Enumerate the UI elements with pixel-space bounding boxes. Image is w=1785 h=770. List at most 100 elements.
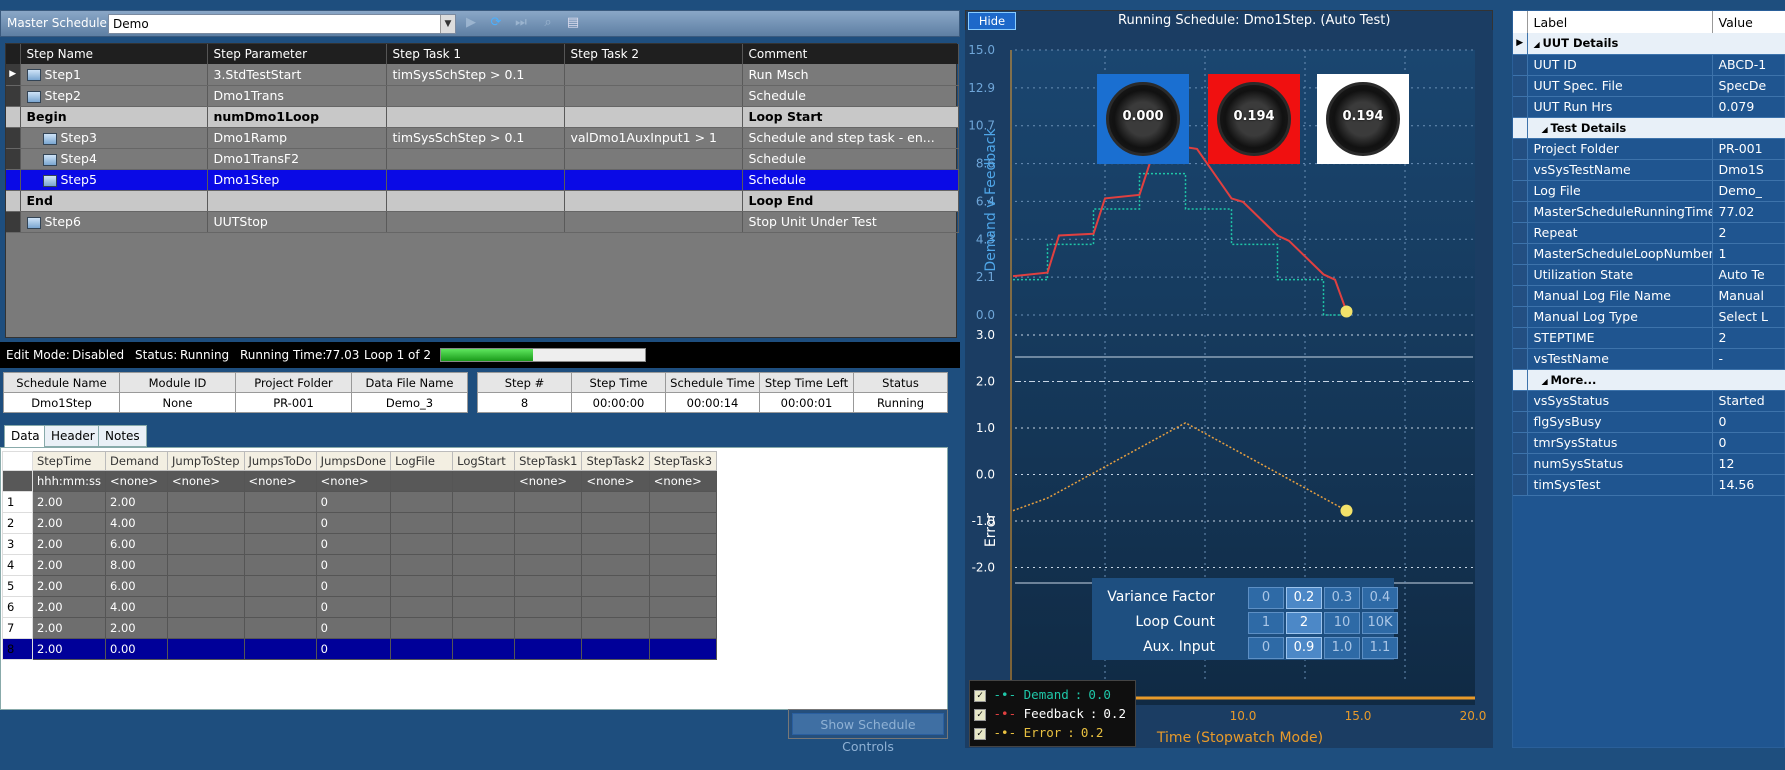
data-cell[interactable]: 2.00	[31, 491, 107, 513]
property-row[interactable]: Repeat 2	[1513, 222, 1785, 244]
property-row[interactable]: numSysStatus 12	[1513, 453, 1785, 475]
step-row[interactable]: End Loop End	[6, 190, 959, 212]
data-cell[interactable]	[452, 533, 516, 555]
units-cell[interactable]	[452, 470, 516, 492]
step-cell-task2[interactable]	[564, 148, 743, 170]
data-cell[interactable]	[167, 617, 245, 639]
data-cell[interactable]: 2.00	[31, 596, 107, 618]
col-step-parameter[interactable]: Step Parameter	[207, 44, 387, 64]
row-indicator[interactable]: ▶	[6, 64, 21, 86]
data-cell[interactable]	[514, 512, 583, 534]
data-col-steptask3[interactable]: StepTask3	[648, 451, 718, 471]
data-cell[interactable]	[390, 554, 454, 576]
data-cell[interactable]	[581, 638, 650, 660]
property-value[interactable]: SpecDe	[1712, 75, 1785, 97]
data-cell[interactable]	[167, 533, 245, 555]
hide-button[interactable]: Hide	[968, 12, 1016, 30]
data-cell[interactable]: 0	[315, 533, 392, 555]
data-cell[interactable]	[452, 575, 516, 597]
checkbox-icon[interactable]: ✓	[974, 727, 986, 740]
legend-item[interactable]: ✓ -•- Demand:0.0	[974, 687, 1111, 705]
units-cell[interactable]: <none>	[648, 470, 718, 492]
col-step-task-2[interactable]: Step Task 2	[564, 44, 743, 64]
data-cell[interactable]	[243, 596, 317, 618]
property-row[interactable]: Manual Log Type Select L	[1513, 306, 1785, 328]
control-option[interactable]: 0.9	[1286, 637, 1322, 659]
row-indicator[interactable]	[6, 127, 21, 149]
data-cell[interactable]	[167, 596, 245, 618]
data-cell[interactable]	[648, 638, 718, 660]
step-cell-name[interactable]: Step2	[20, 85, 208, 107]
data-cell[interactable]	[648, 575, 718, 597]
step-cell-task1[interactable]	[386, 169, 565, 191]
step-row[interactable]: Step6 UUTStop Stop Unit Under Test	[6, 211, 959, 233]
step-cell-task1[interactable]: timSysSchStep > 0.1	[386, 64, 565, 86]
data-cell[interactable]	[390, 638, 454, 660]
data-cell[interactable]	[243, 533, 317, 555]
property-value[interactable]: ABCD-1	[1712, 54, 1785, 76]
data-col-jumpstodo[interactable]: JumpsToDo	[243, 451, 317, 471]
data-cell[interactable]: 0.00	[105, 638, 169, 660]
data-cell[interactable]: 2.00	[105, 617, 169, 639]
data-row[interactable]: 5 2.00 6.00 0	[2, 575, 718, 597]
data-row[interactable]: 7 2.00 2.00 0	[2, 617, 718, 639]
data-cell[interactable]	[648, 617, 718, 639]
property-value[interactable]: Demo_	[1712, 180, 1785, 202]
master-schedule-combo[interactable]: Demo ▼	[108, 14, 456, 34]
step-row[interactable]: Step3 Dmo1Ramp timSysSchStep > 0.1 valDmo1A…	[6, 127, 959, 149]
data-cell[interactable]: 6.00	[105, 533, 169, 555]
units-cell[interactable]: <none>	[167, 470, 245, 492]
data-cell[interactable]	[648, 491, 718, 513]
data-col-steptime[interactable]: StepTime	[31, 451, 107, 471]
step-cell-param[interactable]: UUTStop	[207, 211, 387, 233]
step-row[interactable]: ▶ Step1 3.StdTestStart timSysSchStep > 0.1 R…	[6, 64, 959, 86]
property-value[interactable]: 1	[1712, 243, 1785, 265]
data-cell[interactable]: 2.00	[31, 512, 107, 534]
control-option[interactable]: 0	[1248, 637, 1284, 659]
property-row[interactable]: STEPTIME 2	[1513, 327, 1785, 349]
property-row[interactable]: vsSysTestName Dmo1S	[1513, 159, 1785, 181]
property-value[interactable]: 2	[1712, 327, 1785, 349]
data-row[interactable]: 1 2.00 2.00 0	[2, 491, 718, 513]
control-option[interactable]: 2	[1286, 612, 1322, 634]
data-cell[interactable]	[167, 512, 245, 534]
legend-item[interactable]: ✓ -•- Error:0.2	[974, 725, 1103, 743]
data-col-logfile[interactable]: LogFile	[390, 451, 454, 471]
step-cell-task1[interactable]: timSysSchStep > 0.1	[386, 127, 565, 149]
step-cell-param[interactable]: Dmo1Ramp	[207, 127, 387, 149]
data-cell[interactable]	[648, 512, 718, 534]
data-cell[interactable]: 0	[315, 512, 392, 534]
data-cell[interactable]	[390, 533, 454, 555]
step-cell-task1[interactable]	[386, 106, 565, 128]
step-cell-comment[interactable]: Loop End	[742, 190, 959, 212]
property-value[interactable]: 0	[1712, 411, 1785, 433]
property-row[interactable]: vsTestName -	[1513, 348, 1785, 370]
data-cell[interactable]	[390, 512, 454, 534]
control-option[interactable]: 1	[1248, 612, 1284, 634]
data-col-jumpsdone[interactable]: JumpsDone	[315, 451, 392, 471]
data-cell[interactable]	[390, 617, 454, 639]
data-cell[interactable]	[648, 554, 718, 576]
property-category[interactable]: ◢ More...	[1513, 369, 1785, 391]
step-cell-task1[interactable]	[386, 190, 565, 212]
step-cell-comment[interactable]: Schedule	[742, 148, 959, 170]
data-cell[interactable]	[452, 554, 516, 576]
step-row[interactable]: Step5 Dmo1Step Schedule	[6, 169, 959, 191]
control-option[interactable]: 0	[1248, 587, 1284, 609]
units-cell[interactable]: <none>	[581, 470, 650, 492]
category-label[interactable]: ◢ UUT Details	[1527, 33, 1785, 55]
data-cell[interactable]	[581, 512, 650, 534]
units-cell[interactable]	[390, 470, 454, 492]
step-cell-task1[interactable]	[386, 85, 565, 107]
property-row[interactable]: Manual Log File Name Manual	[1513, 285, 1785, 307]
data-cell[interactable]: 2.00	[31, 575, 107, 597]
data-cell[interactable]	[514, 554, 583, 576]
property-value[interactable]: -	[1712, 348, 1785, 370]
data-col-logstart[interactable]: LogStart	[452, 451, 516, 471]
data-cell[interactable]	[648, 596, 718, 618]
step-cell-param[interactable]: Dmo1TransF2	[207, 148, 387, 170]
data-cell[interactable]	[514, 533, 583, 555]
step-cell-task1[interactable]	[386, 211, 565, 233]
control-option[interactable]: 0.4	[1362, 587, 1398, 609]
step-cell-name[interactable]: End	[20, 190, 208, 212]
